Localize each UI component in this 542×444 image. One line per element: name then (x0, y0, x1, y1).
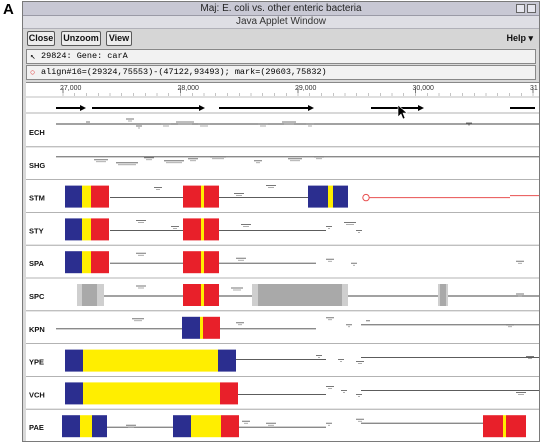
alignment-block (201, 218, 204, 241)
alignment-block (506, 415, 526, 438)
alignment-block (83, 349, 218, 372)
genome-track-row[interactable]: SPC (26, 284, 539, 312)
alignment-block (204, 218, 219, 241)
ruler-tick-label: 29,000 (295, 85, 317, 92)
alignment-block (83, 382, 220, 405)
alignment-block (65, 251, 82, 274)
alignment-block (204, 284, 219, 306)
track-label: SPA (29, 259, 44, 268)
track-label: PAE (29, 423, 44, 432)
alignment-block (440, 284, 446, 306)
help-menu[interactable]: Help ▾ (506, 33, 533, 44)
gene-arrowhead (80, 105, 86, 111)
alignment-block (200, 316, 203, 339)
genome-track-row[interactable]: STY (26, 218, 539, 246)
alignment-block (82, 284, 97, 306)
alignment-block (173, 415, 191, 438)
genome-track-row[interactable]: SPA (26, 251, 539, 279)
genome-tracks: ECH SHG STM STY SPA SPC KPN YPE VCH PAE (26, 118, 539, 442)
alignment-block (328, 185, 333, 208)
alignment-block (82, 218, 91, 241)
alignment-block (183, 251, 201, 274)
genome-track-row[interactable]: ECH (26, 118, 539, 148)
alignment-block (91, 251, 109, 274)
alignment-block (65, 382, 83, 405)
alignment-canvas[interactable]: 27,000 28,000 29,000 30,000 31 ECH SHG STM STY S… (26, 83, 539, 442)
alignment-block (182, 316, 200, 339)
alignment-block (91, 185, 109, 208)
alignment-block (308, 185, 328, 208)
track-label: KPN (29, 325, 45, 334)
alignment-block (183, 218, 201, 241)
gene-info-text: 29824: Gene: carA (41, 51, 128, 61)
gene-arrowhead (199, 105, 205, 111)
alignment-block (62, 415, 80, 438)
genome-track-row[interactable]: SHG (26, 156, 539, 180)
alignment-block (258, 284, 342, 306)
alignment-block (183, 284, 201, 306)
track-label: STM (29, 194, 45, 203)
alignment-block (82, 251, 91, 274)
alignment-block (191, 415, 221, 438)
close-button[interactable]: Close (27, 31, 55, 46)
alignment-block (204, 251, 219, 274)
alignment-block (91, 218, 109, 241)
alignment-block (204, 185, 219, 208)
track-label: STY (29, 226, 44, 235)
alignment-block (333, 185, 348, 208)
gene-arrow-track (26, 105, 539, 114)
alignment-block (221, 415, 239, 438)
alignment-block (82, 185, 91, 208)
alignment-block (201, 284, 204, 306)
alignment-block (220, 382, 238, 405)
mark-circle (362, 193, 370, 202)
alignment-block (65, 349, 83, 372)
alignment-block (218, 349, 236, 372)
minimize-icon[interactable] (516, 4, 525, 13)
unzoom-button[interactable]: Unzoom (61, 31, 101, 46)
panel-letter: A (3, 1, 14, 18)
alignment-block (80, 415, 92, 438)
gene-info-bar: ↖ 29824: Gene: carA (26, 49, 536, 64)
pointer-arrow-icon: ↖ (30, 52, 36, 62)
alignment-block (183, 185, 201, 208)
alignment-block (65, 218, 82, 241)
alignment-block (203, 316, 220, 339)
alignment-block (201, 251, 204, 274)
track-label: ECH (29, 128, 45, 137)
applet-subtitle: Java Applet Window (23, 16, 539, 29)
track-label: SHG (29, 161, 45, 170)
window-title: Maj: E. coli vs. other enteric bacteria (200, 3, 362, 14)
track-label: VCH (29, 390, 45, 399)
coordinate-ruler: 27,000 28,000 29,000 30,000 31 (26, 85, 539, 98)
alignment-view[interactable]: 27,000 28,000 29,000 30,000 31 ECH SHG STM STY S… (26, 82, 539, 442)
track-label: YPE (29, 358, 44, 367)
genome-track-row[interactable]: KPN (26, 316, 539, 345)
view-button[interactable]: View (106, 31, 132, 46)
toolbar: Close Unzoom View Help ▾ (23, 29, 539, 48)
close-window-icon[interactable] (527, 4, 536, 13)
alignment-info-text: align#16=(29324,75553)-(47122,93493); ma… (41, 67, 327, 77)
alignment-block (503, 415, 506, 438)
ruler-tick-label: 28,000 (178, 85, 200, 92)
gene-arrowhead (418, 105, 424, 111)
track-label: SPC (29, 292, 45, 301)
title-bar: Maj: E. coli vs. other enteric bacteria (23, 2, 539, 16)
alignment-block (92, 415, 107, 438)
genome-track-row[interactable]: PAE (26, 415, 539, 442)
applet-window: Maj: E. coli vs. other enteric bacteria … (22, 1, 540, 442)
genome-track-row[interactable]: VCH (26, 382, 539, 410)
genome-track-row[interactable]: YPE (26, 349, 539, 377)
gene-arrowhead (308, 105, 314, 111)
genome-track-row[interactable]: STM (26, 185, 539, 213)
ruler-tick-label: 27,000 (60, 85, 82, 92)
ruler-tick-label: 31 (530, 85, 538, 92)
alignment-block (65, 185, 82, 208)
ruler-tick-label: 30,000 (413, 85, 435, 92)
alignment-block (483, 415, 503, 438)
circle-marker-icon: ○ (30, 68, 36, 78)
alignment-info-bar: ○ align#16=(29324,75553)-(47122,93493); … (26, 65, 536, 80)
alignment-block (201, 185, 204, 208)
